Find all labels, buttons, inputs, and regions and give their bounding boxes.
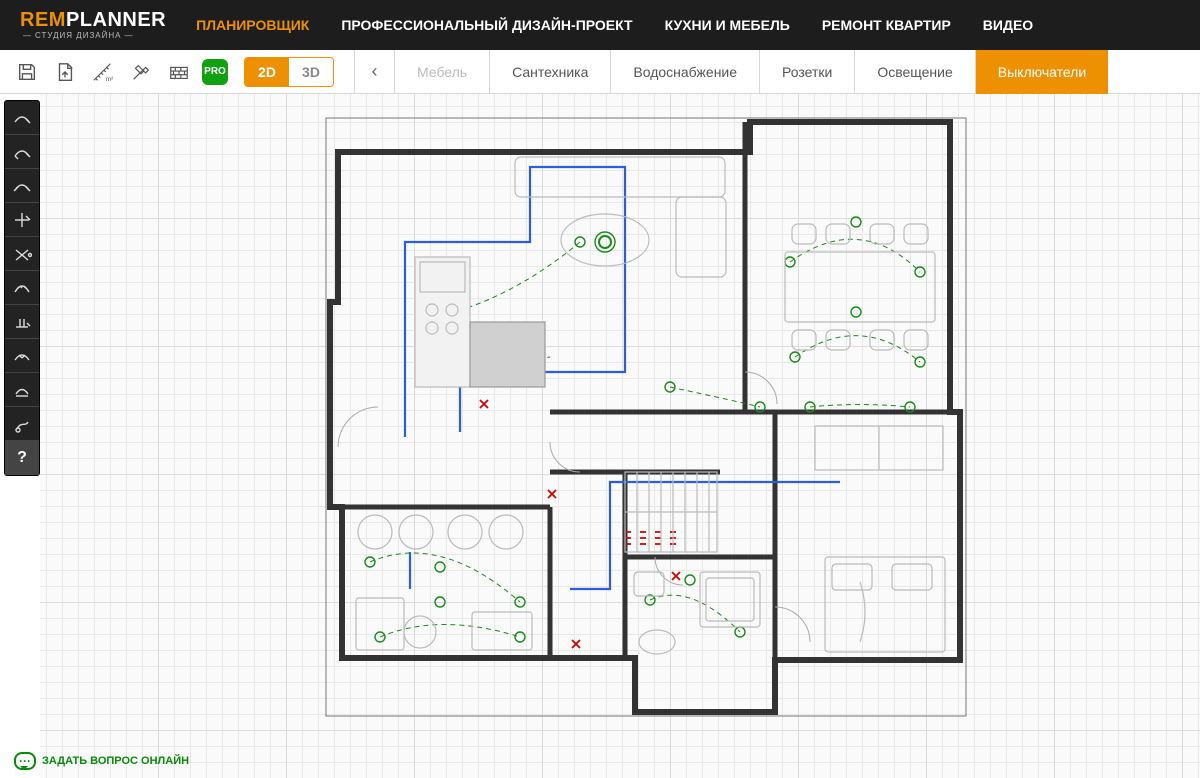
side-tool-5[interactable] xyxy=(5,271,39,305)
plan-tabs: МебельСантехникаВодоснабжениеРозеткиОсве… xyxy=(394,50,1200,94)
toolbar: m² PRO 2D 3D ‹ МебельСантехникаВодоснабж… xyxy=(0,50,1200,94)
side-toolbar: ? xyxy=(4,100,40,476)
floor-plan-canvas[interactable] xyxy=(40,94,1200,778)
measure-icon[interactable]: m² xyxy=(88,57,118,87)
side-tool-9[interactable] xyxy=(5,407,39,441)
logo[interactable]: REMPLANNER СТУДИЯ ДИЗАЙНА xyxy=(20,10,166,40)
chat-label: ЗАДАТЬ ВОПРОС ОНЛАЙН xyxy=(42,755,189,767)
plan-tab-2[interactable]: Водоснабжение xyxy=(610,50,759,94)
nav-item-2[interactable]: КУХНИ И МЕБЕЛЬ xyxy=(665,17,790,33)
plan-tab-3[interactable]: Розетки xyxy=(759,50,854,94)
view-toggle: 2D 3D xyxy=(244,57,334,87)
view-2d-button[interactable]: 2D xyxy=(245,58,289,86)
side-tool-6[interactable] xyxy=(5,305,39,339)
chat-online-button[interactable]: ЗАДАТЬ ВОПРОС ОНЛАЙН xyxy=(14,752,189,770)
tools-icon[interactable] xyxy=(126,57,156,87)
nav-item-1[interactable]: ПРОФЕССИОНАЛЬНЫЙ ДИЗАЙН-ПРОЕКТ xyxy=(341,17,632,33)
save-icon[interactable] xyxy=(12,57,42,87)
plan-tab-0[interactable]: Мебель xyxy=(394,50,489,94)
logo-text: REMPLANNER xyxy=(20,10,166,30)
top-nav: REMPLANNER СТУДИЯ ДИЗАЙНА ПЛАНИРОВЩИК ПРО… xyxy=(0,0,1200,50)
logo-subtitle: СТУДИЯ ДИЗАЙНА xyxy=(20,32,137,40)
main-area: ? xyxy=(0,94,1200,778)
nav-item-4[interactable]: ВИДЕО xyxy=(983,17,1033,33)
floor-plan-drawing xyxy=(320,112,975,732)
side-tool-0[interactable] xyxy=(5,101,39,135)
plan-tab-1[interactable]: Сантехника xyxy=(489,50,610,94)
side-tool-help[interactable]: ? xyxy=(5,441,39,475)
plan-tab-4[interactable]: Освещение xyxy=(854,50,974,94)
wall-icon[interactable] xyxy=(164,57,194,87)
side-tool-4[interactable] xyxy=(5,237,39,271)
nav-item-3[interactable]: РЕМОНТ КВАРТИР xyxy=(822,17,951,33)
side-tool-8[interactable] xyxy=(5,373,39,407)
plan-tab-5[interactable]: Выключатели xyxy=(975,50,1108,94)
side-tool-7[interactable] xyxy=(5,339,39,373)
nav-item-0[interactable]: ПЛАНИРОВЩИК xyxy=(196,17,309,33)
view-3d-button[interactable]: 3D xyxy=(289,58,333,86)
export-icon[interactable] xyxy=(50,57,80,87)
toolbar-left: m² PRO 2D 3D xyxy=(0,57,346,87)
side-tool-3[interactable] xyxy=(5,203,39,237)
side-tool-2[interactable] xyxy=(5,169,39,203)
svg-text:m²: m² xyxy=(106,76,114,83)
chat-bubble-icon xyxy=(14,752,36,770)
nav-items: ПЛАНИРОВЩИК ПРОФЕССИОНАЛЬНЫЙ ДИЗАЙН-ПРОЕК… xyxy=(196,17,1033,33)
side-tool-1[interactable] xyxy=(5,135,39,169)
tabs-prev-button[interactable]: ‹ xyxy=(354,50,394,94)
pro-badge[interactable]: PRO xyxy=(202,59,228,85)
